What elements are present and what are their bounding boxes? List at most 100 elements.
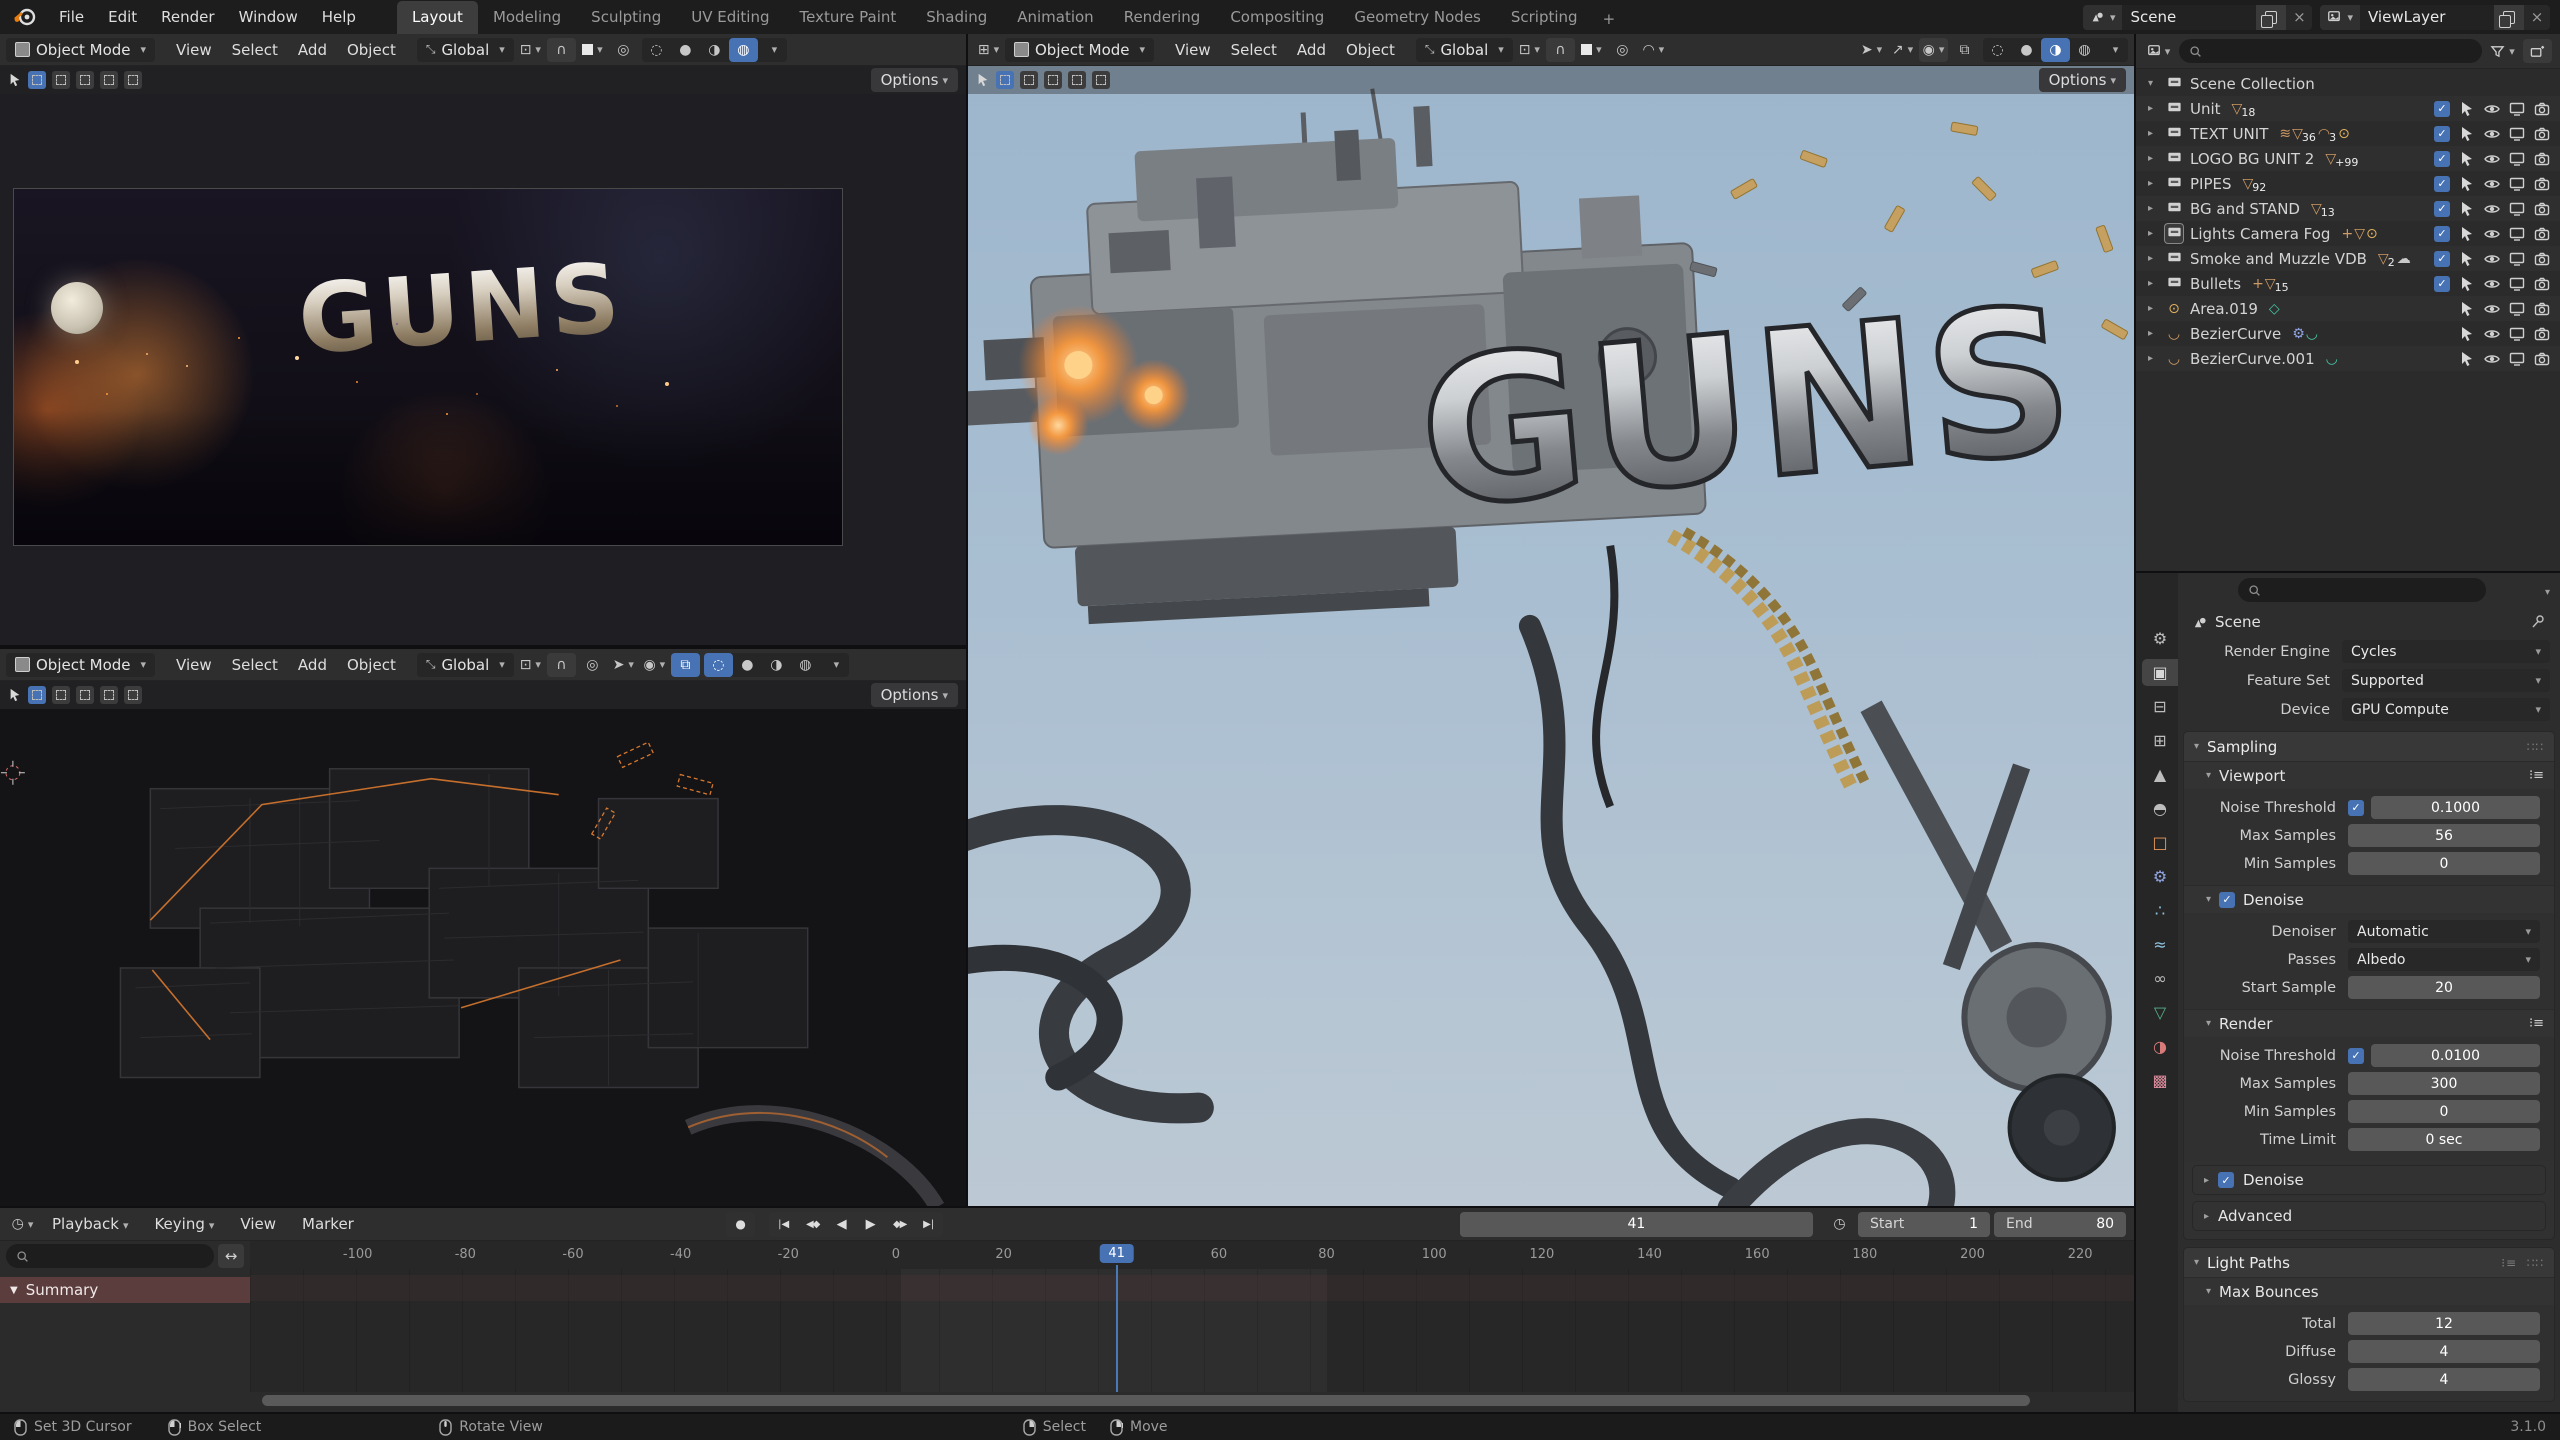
denoise-checkbox[interactable]: ✓ bbox=[2218, 1172, 2234, 1188]
view-layer-name-field[interactable]: ViewLayer bbox=[2360, 5, 2494, 30]
menu-select[interactable]: Select bbox=[223, 653, 287, 677]
menu-keying[interactable]: Keying bbox=[143, 1211, 225, 1237]
expand-arrow-icon[interactable] bbox=[2148, 353, 2160, 364]
collapse-icon[interactable] bbox=[2206, 894, 2211, 905]
light-paths-section-header[interactable]: Light Paths ⁝≡ ∷∷ bbox=[2184, 1248, 2554, 1277]
channel-search-input[interactable] bbox=[6, 1244, 214, 1268]
tab-animation[interactable]: Animation bbox=[1002, 1, 1108, 34]
transform-orientation-dropdown[interactable]: ⤡Global bbox=[1416, 38, 1513, 62]
viewport-camera[interactable]: Object Mode View Select Add Object ⤡Glob… bbox=[0, 34, 968, 645]
collapse-icon[interactable] bbox=[2206, 1286, 2211, 1297]
exclude-checkbox[interactable]: ✓ bbox=[2434, 101, 2450, 117]
outliner-row[interactable]: BG and STAND ▽13 ✓ bbox=[2136, 196, 2560, 221]
exclude-checkbox[interactable]: ✓ bbox=[2434, 226, 2450, 242]
add-workspace-button[interactable]: + bbox=[1593, 4, 1626, 34]
viewport-disable-icon[interactable] bbox=[2509, 301, 2525, 317]
proportional-editing-icon[interactable]: ◎ bbox=[609, 38, 638, 62]
wireframe-view-area[interactable] bbox=[0, 709, 966, 1206]
outliner-display-mode-dropdown[interactable] bbox=[2144, 39, 2173, 63]
new-collection-button[interactable] bbox=[2523, 39, 2552, 63]
shading-options-dropdown[interactable] bbox=[820, 653, 849, 677]
shading-wireframe-icon[interactable]: ◌ bbox=[1983, 38, 2012, 62]
shading-solid-icon[interactable]: ● bbox=[671, 38, 700, 62]
expand-arrow-icon[interactable] bbox=[2148, 78, 2160, 89]
render-disable-icon[interactable] bbox=[2534, 251, 2550, 267]
hide-eye-icon[interactable] bbox=[2484, 151, 2500, 167]
pivot-point-dropdown[interactable]: ⊡ bbox=[516, 38, 545, 62]
tab-rendering[interactable]: Rendering bbox=[1109, 1, 1216, 34]
filter-icon[interactable] bbox=[2488, 39, 2517, 63]
remove-view-layer-button[interactable]: × bbox=[2524, 5, 2550, 30]
selectable-icon[interactable] bbox=[2459, 101, 2475, 117]
expand-arrow-icon[interactable] bbox=[2148, 328, 2160, 339]
new-scene-button[interactable] bbox=[2256, 5, 2286, 30]
start-sample-field[interactable]: 20 bbox=[2348, 976, 2540, 999]
render-disable-icon[interactable] bbox=[2534, 301, 2550, 317]
viewport-disable-icon[interactable] bbox=[2509, 351, 2525, 367]
noise-threshold-checkbox[interactable]: ✓ bbox=[2348, 1048, 2364, 1064]
tab-sculpting[interactable]: Sculpting bbox=[576, 1, 676, 34]
passes-dropdown[interactable]: Albedo bbox=[2348, 948, 2540, 971]
drag-grip-icon[interactable]: ⁝≡ ∷∷ bbox=[2501, 1256, 2544, 1270]
cursor-tool[interactable] bbox=[100, 686, 118, 704]
select-box-tool[interactable] bbox=[28, 71, 46, 89]
selectable-icon[interactable] bbox=[2459, 326, 2475, 342]
tab-constraint-properties[interactable]: ∞ bbox=[2142, 965, 2178, 992]
outliner-row[interactable]: TEXT UNIT ≋ ▽36 ◠3 ⊙ bbox=[2136, 121, 2560, 146]
render-disable-icon[interactable] bbox=[2534, 101, 2550, 117]
timeline-ruler[interactable]: -100 -80 -60 -40 -20 0 20 60 bbox=[250, 1241, 2134, 1270]
select-lasso-tool[interactable] bbox=[1044, 71, 1062, 89]
render-disable-icon[interactable] bbox=[2534, 126, 2550, 142]
play-reverse-button[interactable] bbox=[827, 1212, 856, 1237]
render-disable-icon[interactable] bbox=[2534, 201, 2550, 217]
previous-keyframe-button[interactable] bbox=[798, 1212, 827, 1237]
menu-select[interactable]: Select bbox=[1222, 38, 1286, 62]
viewport-disable-icon[interactable] bbox=[2509, 151, 2525, 167]
menu-object[interactable]: Object bbox=[338, 38, 405, 62]
move-tool[interactable] bbox=[124, 686, 142, 704]
tab-scene-properties[interactable]: ▲ bbox=[2142, 761, 2178, 788]
exclude-checkbox[interactable]: ✓ bbox=[2434, 201, 2450, 217]
tab-object-properties[interactable]: □ bbox=[2142, 829, 2178, 856]
blender-logo-icon[interactable] bbox=[10, 6, 40, 28]
move-tool[interactable] bbox=[1092, 71, 1110, 89]
drag-grip-icon[interactable]: ∷∷ bbox=[2527, 740, 2544, 754]
denoise-subsection-header[interactable]: ✓ Denoise bbox=[2184, 885, 2554, 913]
outliner-row[interactable]: ⊙ Area.019 ◇ ✓ bbox=[2136, 296, 2560, 321]
viewport-disable-icon[interactable] bbox=[2509, 101, 2525, 117]
hide-eye-icon[interactable] bbox=[2484, 251, 2500, 267]
unlink-scene-button[interactable]: × bbox=[2286, 5, 2312, 30]
menu-file[interactable]: File bbox=[48, 4, 95, 30]
menu-object[interactable]: Object bbox=[1337, 38, 1404, 62]
collapse-icon[interactable] bbox=[2206, 1018, 2211, 1029]
noise-threshold-checkbox[interactable]: ✓ bbox=[2348, 800, 2364, 816]
render-disable-icon[interactable] bbox=[2534, 276, 2550, 292]
menu-view[interactable]: View bbox=[167, 653, 221, 677]
record-button[interactable] bbox=[726, 1212, 755, 1237]
view-layer-browse-icon[interactable] bbox=[2320, 5, 2360, 30]
active-tool-cursor-icon[interactable] bbox=[8, 688, 22, 702]
menu-add[interactable]: Add bbox=[289, 653, 336, 677]
tab-render-properties[interactable]: ▣ bbox=[2142, 659, 2178, 686]
viewport-min-samples-field[interactable]: 0 bbox=[2348, 852, 2540, 875]
xray-toggle-icon[interactable]: ⧉ bbox=[671, 653, 700, 677]
select-lasso-tool[interactable] bbox=[76, 686, 94, 704]
hide-eye-icon[interactable] bbox=[2484, 276, 2500, 292]
viewport-disable-icon[interactable] bbox=[2509, 176, 2525, 192]
selectable-icon[interactable] bbox=[2459, 151, 2475, 167]
proportional-editing-icon[interactable]: ◎ bbox=[578, 653, 607, 677]
properties-search-input[interactable] bbox=[2238, 578, 2486, 602]
show-gizmo-dropdown[interactable]: ↗ bbox=[1888, 38, 1917, 62]
feature-set-dropdown[interactable]: Supported bbox=[2342, 669, 2550, 692]
shading-wireframe-icon[interactable]: ◌ bbox=[642, 38, 671, 62]
expand-arrow-icon[interactable] bbox=[2148, 178, 2160, 189]
editor-type-dropdown[interactable]: ⊞ bbox=[974, 38, 1003, 62]
menu-view[interactable]: View bbox=[167, 38, 221, 62]
viewport-wireframe[interactable]: Object Mode View Select Add Object ⤡Glob… bbox=[0, 647, 968, 1206]
selectable-icon[interactable] bbox=[2459, 126, 2475, 142]
diffuse-bounces-field[interactable]: 4 bbox=[2348, 1340, 2540, 1363]
scene-name-field[interactable]: Scene bbox=[2122, 5, 2256, 30]
expand-arrow-icon[interactable] bbox=[2148, 153, 2160, 164]
new-view-layer-button[interactable] bbox=[2494, 5, 2524, 30]
shading-material-icon[interactable]: ◑ bbox=[2041, 38, 2070, 62]
